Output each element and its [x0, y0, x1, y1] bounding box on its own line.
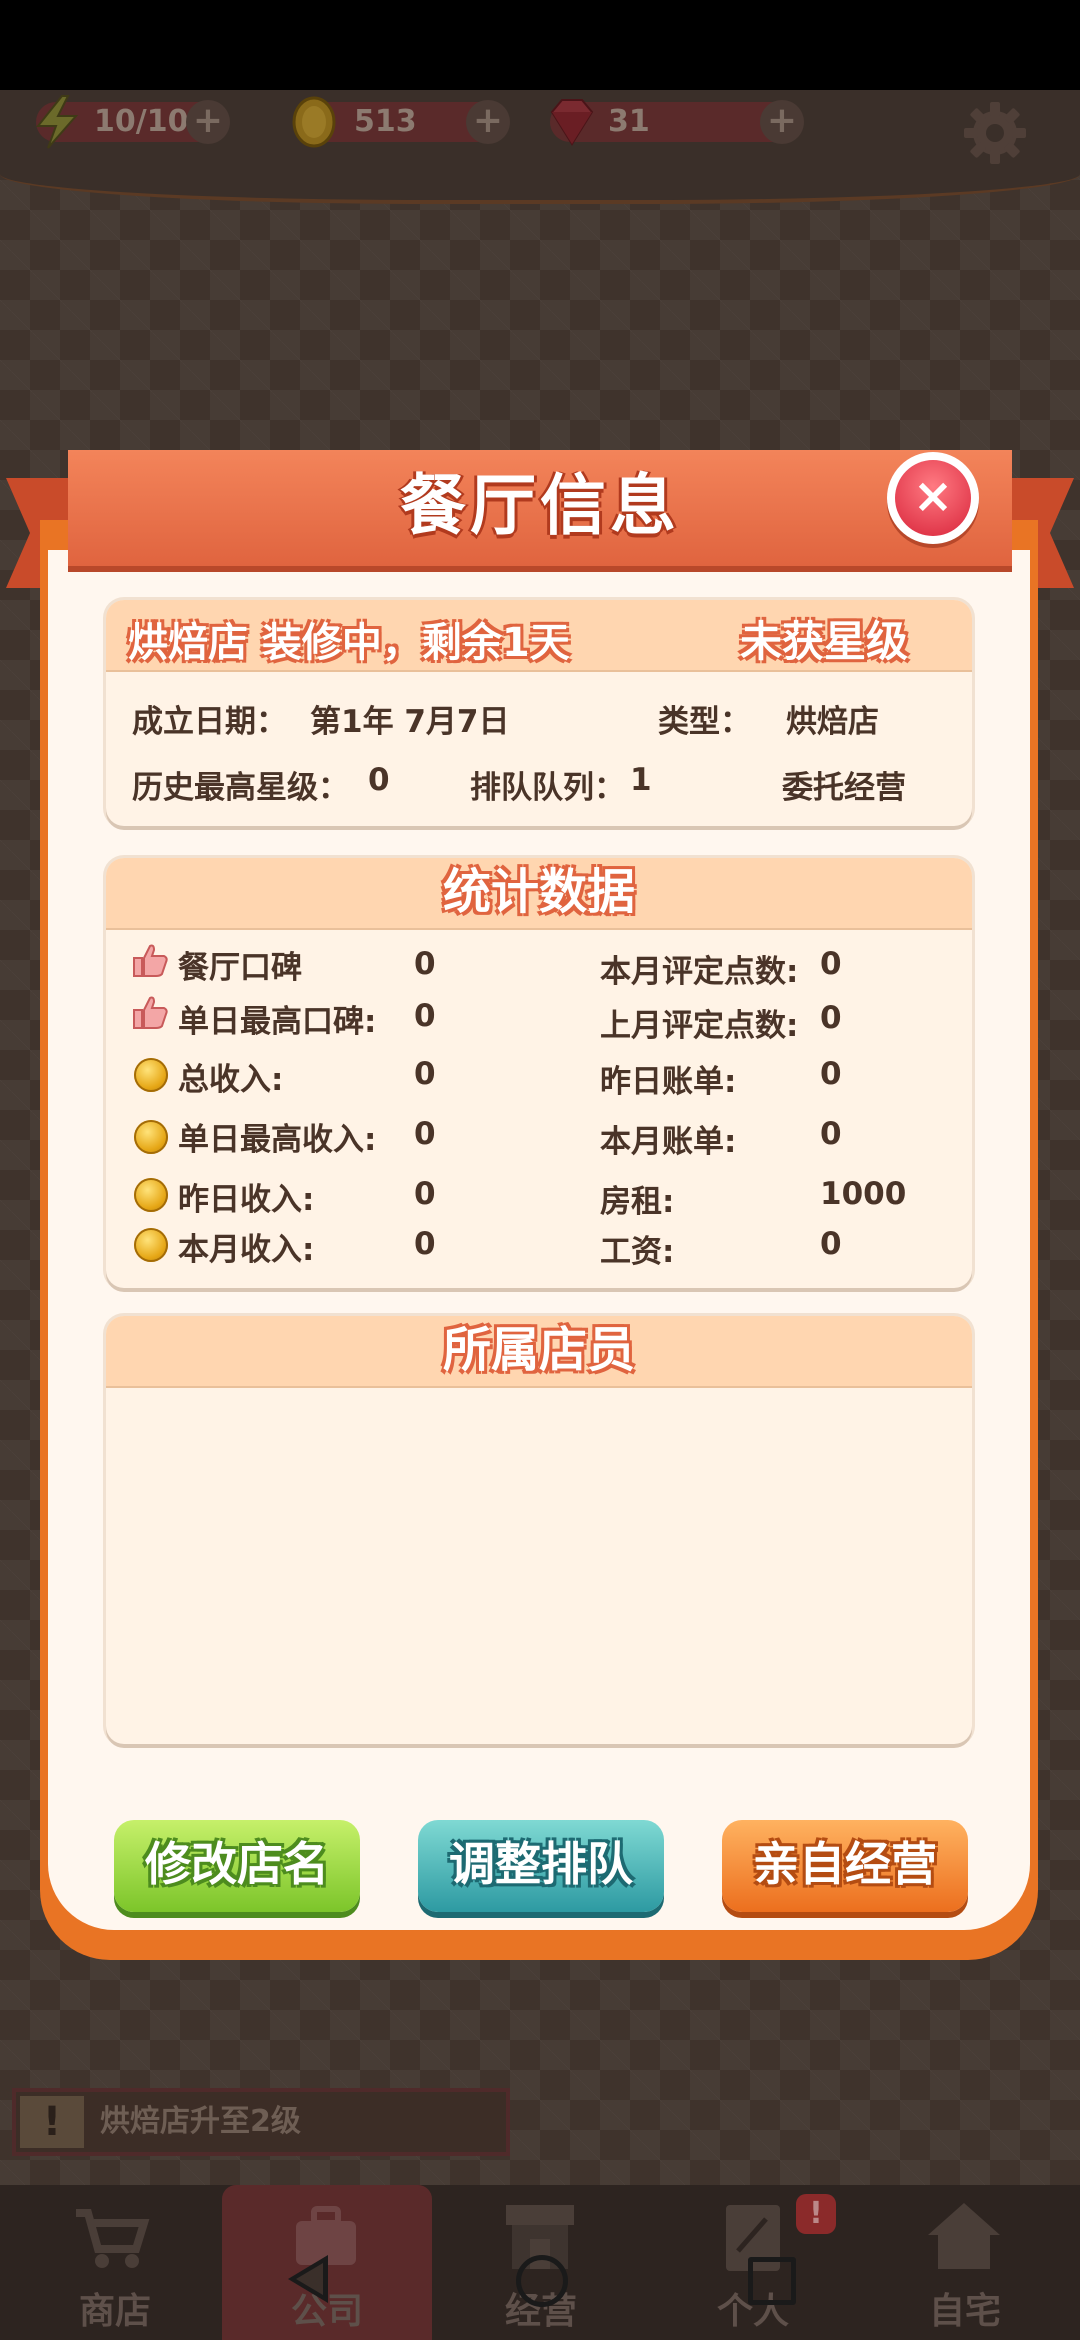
- status-bar: [0, 0, 1080, 90]
- energy-value: 10/10: [94, 104, 189, 139]
- self-manage-label: 亲自经营: [753, 1837, 937, 1891]
- type-value: 烘焙店: [786, 704, 879, 740]
- staff-title: 所属店员: [442, 1322, 635, 1378]
- founded-label: 成立日期：: [132, 704, 287, 740]
- exclamation-icon: !: [20, 2096, 84, 2148]
- coin-value: 513: [354, 104, 417, 139]
- rename-store-label: 修改店名: [145, 1837, 329, 1891]
- staff-header: 所属店员: [106, 1316, 972, 1388]
- add-coins-button[interactable]: +: [466, 100, 510, 144]
- energy-counter: 10/10 +: [35, 95, 230, 149]
- stat-value: 1000: [820, 1176, 907, 1212]
- best-star-value: 0: [368, 762, 390, 798]
- thumbs-up-icon: [133, 944, 168, 977]
- queue-value: 1: [630, 762, 652, 798]
- coin-icon: [134, 1120, 168, 1154]
- stat-value: 0: [414, 998, 436, 1034]
- stat-value: 0: [414, 1116, 436, 1152]
- gem-icon: [550, 99, 594, 146]
- close-button[interactable]: ×: [887, 452, 979, 544]
- stat-label: 餐厅口碑: [178, 950, 302, 986]
- staff-list[interactable]: [106, 1388, 972, 1744]
- stat-label: 昨日账单:: [600, 1064, 737, 1100]
- adjust-queue-label: 调整排队: [449, 1837, 633, 1891]
- stat-value: 0: [820, 1056, 842, 1092]
- stat-label: 本月评定点数:: [600, 954, 799, 990]
- dialog-header: 餐厅信息: [68, 450, 1012, 572]
- stat-label: 房租:: [600, 1184, 675, 1220]
- coin-icon: [292, 96, 336, 148]
- close-icon: ×: [895, 460, 971, 536]
- stat-label: 单日最高收入:: [178, 1122, 377, 1158]
- stat-label: 本月账单:: [600, 1124, 737, 1160]
- queue-label: 排队队列：: [470, 770, 625, 806]
- stats-title: 统计数据: [442, 864, 635, 920]
- lightning-icon: [35, 95, 79, 149]
- type-label: 类型：: [658, 704, 751, 740]
- stat-label: 上月评定点数:: [600, 1008, 799, 1044]
- back-icon-inner: [296, 2263, 323, 2295]
- rename-store-button[interactable]: 修改店名: [114, 1820, 360, 1912]
- stat-value: 0: [820, 1116, 842, 1152]
- stat-label: 单日最高口碑:: [178, 1004, 377, 1040]
- stat-value: 0: [820, 1226, 842, 1262]
- star-rating: 未获星级: [740, 617, 909, 666]
- coin-counter: 513 +: [292, 96, 510, 148]
- stat-value: 0: [414, 946, 436, 982]
- settings-gear-icon[interactable]: [962, 100, 1028, 166]
- quest-banner[interactable]: ! 烘焙店升至2级: [12, 2088, 510, 2156]
- stat-label: 本月收入:: [178, 1232, 315, 1268]
- stats-panel: 统计数据 餐厅口碑 0 单日最高口碑: 0 总收入: 0 单日最高收入: 0 昨…: [106, 858, 972, 1288]
- stat-value: 0: [414, 1056, 436, 1092]
- adjust-queue-button[interactable]: 调整排队: [418, 1820, 664, 1912]
- management-mode: 委托经营: [782, 770, 906, 806]
- thumbs-up-icon: [133, 996, 168, 1029]
- founded-value: 第1年 7月7日: [310, 704, 510, 740]
- best-star-label: 历史最高星级：: [132, 770, 349, 806]
- stats-header: 统计数据: [106, 858, 972, 930]
- resource-bar: 10/10 + 513 + 31 +: [0, 90, 1080, 204]
- stat-label: 总收入:: [178, 1062, 284, 1098]
- add-gems-button[interactable]: +: [760, 100, 804, 144]
- recent-apps-icon[interactable]: [748, 2257, 796, 2305]
- self-manage-button[interactable]: 亲自经营: [722, 1820, 968, 1912]
- coin-icon: [134, 1228, 168, 1262]
- stat-value: 0: [820, 946, 842, 982]
- gem-counter: 31 +: [550, 99, 804, 146]
- store-status: 烘焙店 装修中，剩余1天: [128, 620, 570, 666]
- home-icon[interactable]: [516, 2255, 568, 2307]
- store-info-panel: 烘焙店 装修中，剩余1天 未获星级 成立日期： 第1年 7月7日 类型： 烘焙店…: [106, 600, 972, 826]
- stat-value: 0: [414, 1226, 436, 1262]
- system-nav-bar: [0, 2225, 1080, 2340]
- stat-value: 0: [414, 1176, 436, 1212]
- staff-panel: 所属店员: [106, 1316, 972, 1744]
- coin-icon: [134, 1178, 168, 1212]
- stat-label: 昨日收入:: [178, 1182, 315, 1218]
- dialog-title: 餐厅信息: [400, 467, 680, 544]
- quest-text: 烘焙店升至2级: [100, 2104, 301, 2139]
- stat-value: 0: [820, 1000, 842, 1036]
- stat-label: 工资:: [600, 1234, 675, 1270]
- coin-icon: [134, 1058, 168, 1092]
- gem-value: 31: [608, 104, 650, 139]
- add-energy-button[interactable]: +: [186, 100, 230, 144]
